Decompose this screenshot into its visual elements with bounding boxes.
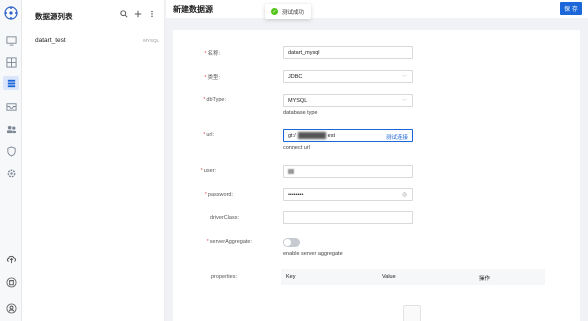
more-icon[interactable] (147, 9, 156, 18)
list-item-type: MYSQL (143, 38, 159, 43)
properties-label: properties: (211, 274, 237, 280)
empty-data-icon (403, 305, 421, 321)
name-input[interactable]: datart_mysql (283, 46, 413, 59)
column-value: Value (382, 274, 396, 280)
password-input[interactable]: •••••••• ◎ (283, 188, 413, 201)
serveraggregate-label: *serverAggregate: (206, 239, 252, 245)
dbtype-label: *dbType: (203, 97, 226, 103)
list-title: 数据源列表 (35, 12, 73, 21)
page-header: 新建数据源 保 存 (166, 0, 588, 18)
settings-icon[interactable] (5, 167, 17, 179)
monitor-icon[interactable] (5, 34, 17, 46)
serveraggregate-help: enable server aggregate (283, 251, 343, 257)
url-input[interactable]: gt:/ est 测试连接 (283, 129, 413, 142)
eye-invisible-icon[interactable]: ◎ (402, 192, 407, 198)
chevron-down-icon: ﹀ (401, 75, 407, 81)
add-icon[interactable] (133, 9, 142, 18)
list-item-name: datart_test (35, 37, 66, 44)
save-button[interactable]: 保 存 (560, 2, 582, 15)
test-connection-link[interactable]: 测试连接 (386, 133, 408, 141)
column-actions: 操作 (479, 276, 491, 282)
datasource-icon[interactable] (3, 76, 19, 90)
redacted-text (297, 132, 326, 139)
shield-icon[interactable] (5, 145, 17, 157)
url-label: *url: (203, 132, 214, 138)
delete-icon[interactable] (5, 276, 17, 288)
chevron-down-icon: ﹀ (401, 99, 407, 105)
serveraggregate-toggle[interactable] (283, 238, 300, 247)
check-circle-icon: ✓ (271, 8, 278, 15)
logo-icon (4, 6, 18, 20)
dbtype-select[interactable]: MYSQL ﹀ (283, 94, 413, 107)
driverclass-input[interactable] (283, 211, 413, 224)
user-label: *user: (200, 168, 216, 174)
user-input[interactable] (283, 165, 413, 178)
dbtype-help: database type (283, 110, 318, 116)
user-icon[interactable] (5, 302, 17, 314)
list-item[interactable]: datart_test MYSQL (35, 37, 159, 44)
grid-icon[interactable] (5, 56, 17, 68)
table-header: Key Value 操作 (281, 269, 545, 285)
redacted-text (288, 169, 294, 174)
left-rail (0, 0, 22, 321)
page-title: 新建数据源 (173, 5, 213, 14)
list-toolbar (119, 9, 156, 18)
group-icon[interactable] (5, 123, 17, 135)
toast-message: 测试成功 (282, 9, 305, 16)
name-label: *名称: (204, 51, 220, 57)
success-toast: ✓ 测试成功 (265, 4, 312, 19)
type-select[interactable]: JDBC ﹀ (283, 70, 413, 83)
search-icon[interactable] (119, 9, 128, 18)
toggle-knob (284, 239, 291, 246)
column-key: Key (286, 274, 296, 280)
upload-cloud-icon[interactable] (5, 252, 17, 264)
url-help: connect url (283, 145, 310, 151)
inbox-icon[interactable] (5, 100, 17, 112)
driverclass-label: driverClass: (209, 215, 239, 221)
type-label: *类型: (204, 75, 220, 81)
password-label: *password: (204, 192, 233, 198)
